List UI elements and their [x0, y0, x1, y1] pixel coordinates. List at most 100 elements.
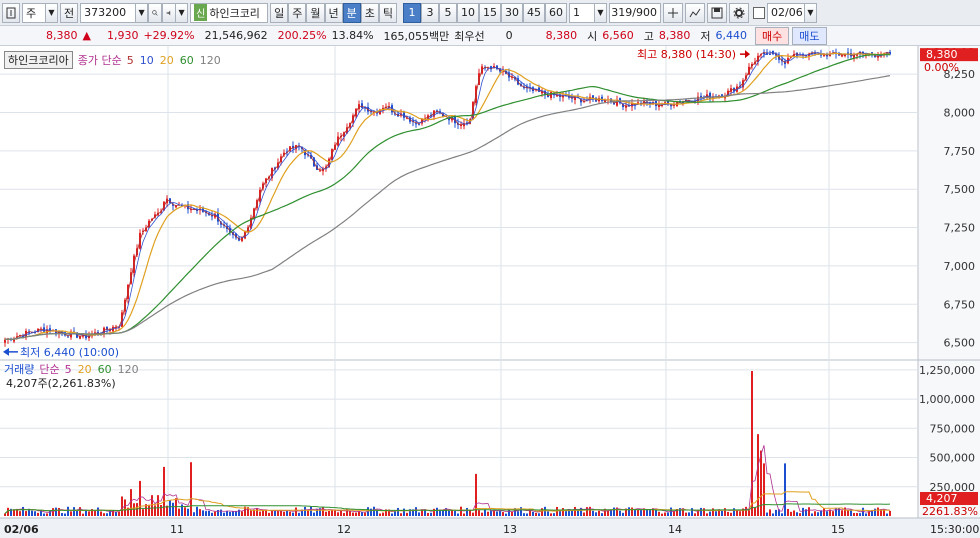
volume-bar	[202, 510, 204, 516]
search-icon[interactable]	[148, 2, 163, 23]
volume-bar	[502, 512, 504, 516]
interval-button-30[interactable]: 30	[501, 2, 523, 23]
buy-button[interactable]: 매수	[755, 26, 790, 45]
volume-bar	[310, 506, 312, 516]
volume-bar	[271, 510, 273, 516]
stock-name-box[interactable]: 하인크코리아	[4, 51, 73, 69]
ma-period-120: 120	[199, 53, 221, 67]
stock-name-field[interactable]: 신 하인크코리	[190, 2, 269, 23]
chart-svg[interactable]: 8,2508,0007,7507,5007,2507,0006,7506,500…	[0, 46, 980, 538]
volume-bar	[61, 513, 63, 516]
price-tick-label: 6,750	[944, 298, 976, 311]
chevron-down-icon[interactable]: ▼	[46, 2, 58, 23]
count-dropdown-icon[interactable]: ▼	[595, 2, 607, 23]
volume-bar	[373, 506, 375, 516]
interval-button-3[interactable]: 3	[421, 2, 439, 23]
volume-bar	[574, 506, 576, 516]
volume-bar	[115, 511, 117, 516]
volume-ratio: 200.25%	[277, 29, 327, 42]
volume-bar	[889, 510, 891, 516]
chart-type-icon[interactable]	[2, 2, 20, 23]
volume-bar	[496, 511, 498, 516]
period-button-0[interactable]: 일	[270, 2, 289, 23]
volume-bar	[547, 511, 549, 516]
period-button-5[interactable]: 초	[360, 2, 379, 23]
volume-bar	[553, 513, 555, 516]
open-value: 6,560	[602, 29, 634, 42]
volume-bar	[112, 510, 114, 516]
interval-button-15[interactable]: 15	[479, 2, 501, 23]
period-button-2[interactable]: 월	[306, 2, 325, 23]
interval-button-5[interactable]: 5	[439, 2, 457, 23]
volume-bar	[379, 513, 381, 516]
interval-button-1[interactable]: 1	[403, 2, 421, 23]
period-button-6[interactable]: 틱	[378, 2, 397, 23]
period-button-1[interactable]: 주	[288, 2, 307, 23]
x-tick-label: 14	[668, 523, 682, 536]
volume-bar	[577, 510, 579, 516]
volume-bar	[43, 513, 45, 516]
volume-bar	[730, 512, 732, 516]
volume-bar	[256, 508, 258, 516]
date-dropdown-icon[interactable]: ▼	[805, 2, 817, 23]
x-tick-label: 11	[170, 523, 184, 536]
current-volume-text: 4,207주(2,261.83%)	[6, 375, 116, 391]
code-dropdown-icon[interactable]: ▼	[136, 2, 149, 23]
count-input[interactable]: 1	[569, 2, 595, 23]
volume-bar	[583, 512, 585, 516]
date-input[interactable]: 02/06	[767, 2, 805, 23]
date-checkbox[interactable]	[753, 6, 765, 19]
volume-bar	[766, 512, 768, 516]
volume-bar	[73, 507, 75, 516]
volume-bar	[799, 513, 801, 516]
volume-bar	[211, 512, 213, 516]
draw-tool-icon[interactable]	[685, 2, 705, 23]
volume-bar	[196, 506, 198, 516]
prev-button[interactable]: 전	[60, 2, 79, 23]
chart-area[interactable]: 8,250 8,000 7,750 7,500 7,250 7,000 6,750 6,500…	[0, 46, 980, 538]
period-buttons: 일주월년분초틱	[270, 2, 397, 23]
volume-bar	[586, 507, 588, 516]
period-button-3[interactable]: 년	[324, 2, 343, 23]
period-button-4[interactable]: 분	[342, 2, 361, 23]
volume-bar	[628, 507, 630, 516]
volume-bar	[277, 511, 279, 516]
interval-button-10[interactable]: 10	[457, 2, 479, 23]
volume-bar	[121, 496, 123, 516]
candle-body	[67, 336, 69, 338]
ask-price: 8,380	[545, 29, 578, 42]
volume-bar	[403, 508, 405, 516]
interval-button-60[interactable]: 60	[545, 2, 567, 23]
x-tick-label: 15:30:00	[930, 523, 979, 536]
volume-bar	[442, 510, 444, 516]
volume-bar	[535, 512, 537, 516]
volume-bar	[37, 512, 39, 516]
save-icon[interactable]	[707, 2, 727, 23]
volume-bar	[664, 512, 666, 516]
low-value: 6,440	[715, 29, 748, 42]
volume-bar	[295, 507, 297, 516]
price-change: 1,930	[106, 29, 139, 42]
crosshair-icon[interactable]	[663, 2, 683, 23]
interval-button-45[interactable]: 45	[523, 2, 545, 23]
volume-bar	[637, 510, 639, 516]
gear-icon[interactable]	[729, 2, 749, 23]
volume-bar	[763, 463, 765, 516]
volume-bar	[415, 507, 417, 516]
volume-bar	[481, 512, 483, 516]
volume-bar	[886, 513, 888, 516]
period-type-select[interactable]: 주	[22, 2, 46, 23]
turnover-rate: 13.84%	[331, 29, 374, 42]
sell-button[interactable]: 매도	[792, 26, 827, 45]
volume-bar	[214, 511, 216, 516]
volume-bar	[790, 511, 792, 516]
volume-bar	[313, 512, 315, 516]
volume-bar	[601, 513, 603, 516]
code-input[interactable]: 373200	[80, 2, 137, 23]
volume-bar	[70, 511, 72, 516]
volume-bar	[811, 513, 813, 516]
menu-dropdown-icon[interactable]: ▼	[176, 2, 189, 23]
volume-ma-period-60: 60	[97, 362, 112, 376]
volume-bar	[157, 495, 159, 516]
speaker-icon[interactable]	[162, 2, 177, 23]
